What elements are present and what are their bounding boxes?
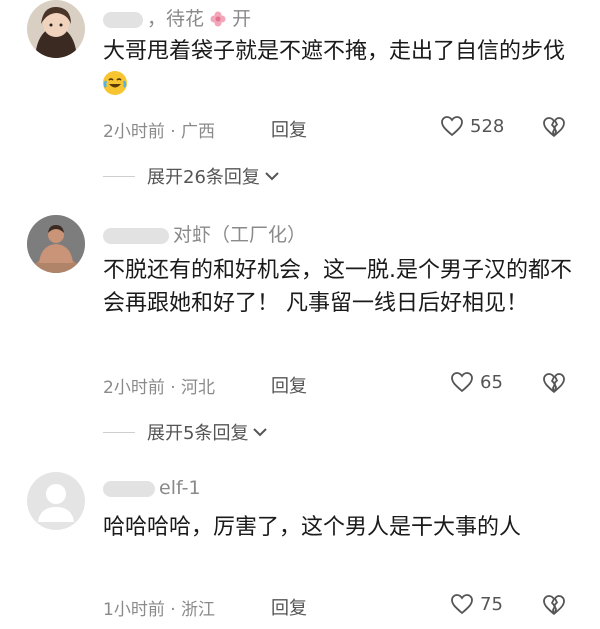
- avatar[interactable]: [27, 215, 85, 273]
- dislike-button[interactable]: [541, 116, 567, 142]
- like-count: 528: [470, 115, 505, 137]
- broken-heart-icon: [543, 117, 565, 137]
- blurred-username: [103, 227, 169, 244]
- comment-text: 大哥甩着袋子就是不遮不掩，走出了自信的步伐: [103, 35, 573, 101]
- avatar[interactable]: [27, 472, 85, 530]
- broken-heart-icon: [543, 373, 565, 393]
- dislike-button[interactable]: [541, 372, 567, 398]
- like-button[interactable]: 528: [440, 115, 504, 137]
- blurred-username: [103, 480, 155, 497]
- chevron-down-icon: [253, 428, 268, 437]
- comment-meta: 1小时前 · 浙江: [103, 600, 216, 620]
- reply-button[interactable]: 回复: [271, 372, 307, 398]
- divider-line: [103, 431, 135, 433]
- expand-replies-button[interactable]: 展开26条回复: [103, 163, 281, 189]
- blurred-username: [103, 11, 143, 28]
- like-button[interactable]: 65: [450, 371, 503, 393]
- like-count: 75: [480, 593, 503, 615]
- username[interactable]: ，待花 开: [103, 4, 251, 31]
- broken-heart-icon: [543, 595, 565, 615]
- chevron-down-icon: [265, 172, 279, 181]
- like-button[interactable]: 75: [450, 593, 503, 615]
- expand-replies-button[interactable]: 展开5条回复: [103, 419, 269, 445]
- comment-text: 不脱还有的和好机会，这一脱.是个男子汉的都不会再跟她和好了！ 凡事留一线日后好相…: [103, 258, 572, 316]
- divider-line: [103, 175, 135, 177]
- dislike-button[interactable]: [541, 594, 567, 620]
- heart-outline-icon: [441, 116, 463, 137]
- flower-icon: [210, 11, 226, 27]
- reply-button[interactable]: 回复: [271, 594, 307, 620]
- comment-meta: 2小时前 · 河北: [103, 378, 216, 398]
- comment-text: 哈哈哈哈，厉害了，这个男人是干大事的人: [103, 515, 522, 540]
- avatar[interactable]: [27, 0, 85, 58]
- username[interactable]: elf-1: [103, 477, 201, 499]
- heart-outline-icon: [451, 372, 473, 393]
- like-count: 65: [480, 371, 503, 393]
- username[interactable]: 对虾（工厂化）: [103, 220, 306, 247]
- reply-button[interactable]: 回复: [271, 116, 307, 142]
- laugh-cry-emoji-icon: [103, 71, 127, 95]
- heart-outline-icon: [451, 594, 473, 615]
- comment-meta: 2小时前 · 广西: [103, 122, 216, 142]
